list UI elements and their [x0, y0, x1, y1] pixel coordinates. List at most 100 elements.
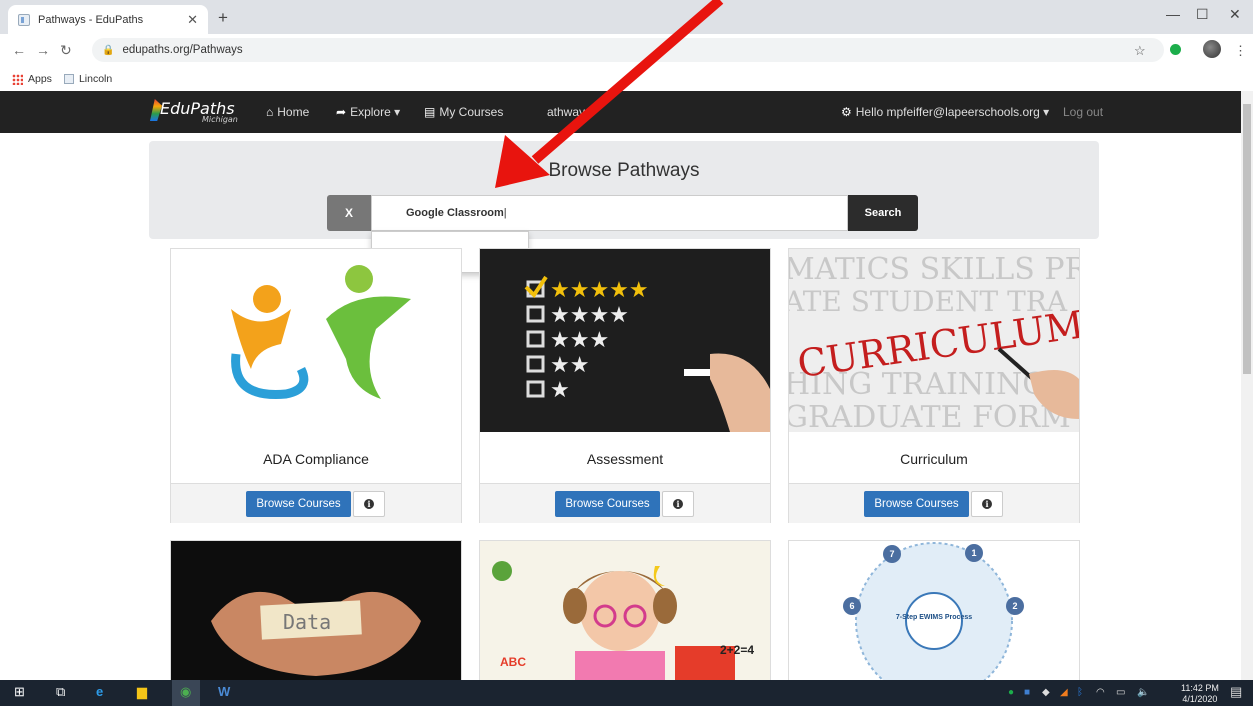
ada-image [171, 249, 461, 432]
nav-explore[interactable]: ➦ Explore ▾ [336, 105, 400, 119]
assessment-image: ★★★★★ ★★★★ ★★★ ★★ ★ [480, 249, 770, 432]
card-title: Assessment [586, 451, 664, 467]
browser-tabstrip: Pathways - EduPaths ✕ + — ☐ ✕ [0, 0, 1253, 34]
address-bar[interactable]: 🔒 edupaths.org/Pathways [92, 38, 1164, 62]
clear-search-button[interactable]: X [327, 195, 371, 231]
caret-down-icon: ▾ [1043, 105, 1050, 119]
maximize-icon[interactable]: ☐ [1196, 6, 1209, 23]
nav-home[interactable]: ⌂ Home [266, 105, 309, 119]
clock-date: 4/1/2020 [1182, 694, 1218, 704]
browser-tab[interactable]: Pathways - EduPaths ✕ [8, 5, 208, 34]
nav-pathways[interactable]: athways [547, 105, 591, 119]
browse-courses-button[interactable]: Browse Courses [555, 491, 660, 517]
nav-my-courses[interactable]: ▤ My Courses [424, 105, 503, 119]
new-tab-icon[interactable]: + [218, 8, 228, 28]
windows-taskbar: ⊞ ⧉ e ▆ ◉ W ● ■ ◆ ◢ ᛒ ◠ ▭ 🔈 11:42 PM 4/1… [0, 680, 1253, 706]
tab-title: Pathways - EduPaths [38, 13, 144, 26]
minimize-icon[interactable]: — [1166, 6, 1180, 22]
tray-app-icon[interactable]: ■ [1024, 687, 1030, 698]
early-learning-image: ABC 2+2=4 [480, 541, 770, 681]
svg-text:GRADUATE FORM: GRADUATE FORM [789, 400, 1071, 432]
back-icon[interactable]: ← [12, 42, 26, 58]
info-icon: i [364, 499, 374, 509]
data-image: Data [171, 541, 461, 681]
browser-toolbar: ← → ↻ 🔒 edupaths.org/Pathways ☆ [0, 34, 1253, 67]
page-title: Browse Pathways [548, 160, 700, 181]
site-navbar: EduPaths Michigan ⌂ Home ➦ Explore ▾ ▤ My C… [0, 91, 1241, 133]
book-icon: ▤ [424, 105, 436, 119]
caret-down-icon: ▾ [394, 105, 401, 119]
logo-subtext: Michigan [202, 115, 238, 124]
task-view-icon[interactable]: ⧉ [56, 684, 65, 700]
close-tab-icon[interactable]: ✕ [187, 12, 198, 28]
pathway-card-early-learning: ABC 2+2=4 [479, 540, 771, 681]
nav-explore-label: Explore [350, 105, 391, 119]
menu-kebab-icon[interactable]: ⋮ [1234, 43, 1247, 59]
svg-text:★★★★★: ★★★★★ [550, 278, 649, 303]
svg-text:★★★★: ★★★★ [550, 303, 629, 328]
windows-start-icon[interactable]: ⊞ [14, 684, 25, 700]
info-button[interactable]: i [971, 491, 1003, 517]
scrollbar-thumb[interactable] [1243, 104, 1251, 374]
nav-pathways-label: athways [547, 105, 592, 119]
card-footer: Browse Courses i [171, 483, 461, 523]
nav-home-label: Home [277, 105, 310, 119]
apps-grid-icon [12, 73, 23, 85]
clock-time: 11:42 PM [1181, 683, 1219, 693]
pathway-card-data: Data [170, 540, 462, 681]
card-footer: Browse Courses i [480, 483, 770, 523]
svg-text:7: 7 [889, 549, 894, 559]
pathway-card-curriculum: MATICS SKILLS PRO ATE STUDENT TRA HING T… [788, 248, 1080, 523]
bookmarks-bar: Apps Lincoln [0, 67, 1253, 91]
bookmark-label: Lincoln [78, 73, 113, 85]
bookmark-label: Apps [28, 73, 52, 85]
extension-icon[interactable] [1170, 44, 1181, 55]
ewims-center-label: 7-Step EWIMS Process [896, 614, 972, 621]
info-button[interactable]: i [353, 491, 385, 517]
browse-courses-button[interactable]: Browse Courses [246, 491, 351, 517]
home-icon: ⌂ [266, 105, 274, 119]
share-arrow-icon: ➦ [336, 105, 347, 119]
search-input[interactable]: Google Classroom | [371, 195, 848, 231]
bluetooth-icon[interactable]: ᛒ [1077, 687, 1083, 698]
file-explorer-icon[interactable]: ▆ [137, 684, 147, 700]
svg-text:★★: ★★ [550, 353, 589, 378]
system-clock[interactable]: 11:42 PM 4/1/2020 [1181, 683, 1219, 705]
logout-link[interactable]: Log out [1063, 105, 1103, 119]
reload-icon[interactable]: ↻ [60, 42, 72, 59]
wifi-icon[interactable]: ◠ [1096, 687, 1105, 698]
notifications-icon[interactable]: ▤ [1230, 684, 1242, 700]
edupaths-logo[interactable]: EduPaths Michigan [150, 99, 238, 124]
search-button[interactable]: Search [848, 195, 918, 231]
info-button[interactable]: i [662, 491, 694, 517]
word-icon[interactable]: W [218, 684, 230, 699]
abc-text: ABC [500, 655, 526, 669]
info-icon: i [673, 499, 683, 509]
profile-avatar[interactable] [1203, 40, 1221, 58]
pathway-card-ada: ADA Compliance Browse Courses i [170, 248, 462, 523]
battery-icon[interactable]: ▭ [1116, 687, 1125, 698]
bookmark-lincoln[interactable]: Lincoln [63, 73, 113, 85]
forward-icon[interactable]: → [36, 42, 50, 58]
card-title: ADA Compliance [263, 451, 369, 467]
browse-courses-button[interactable]: Browse Courses [864, 491, 969, 517]
search-input-value: Google Classroom [406, 207, 504, 219]
tray-green-icon[interactable]: ● [1008, 687, 1014, 698]
bookmark-apps[interactable]: Apps [12, 73, 52, 85]
edge-browser-icon[interactable]: e [96, 684, 103, 699]
card-title: Curriculum [900, 451, 968, 467]
ewims-image: 7-Step EWIMS Process 7 1 2 6 [789, 541, 1079, 681]
chrome-icon: ◉ [180, 684, 192, 699]
tray-network-icon[interactable]: ◆ [1042, 687, 1050, 698]
user-menu[interactable]: ⚙ Hello mpfeiffer@lapeerschools.org ▾ [841, 105, 1049, 119]
volume-muted-icon[interactable]: 🔈 [1137, 687, 1149, 698]
bookmark-star-icon[interactable]: ☆ [1134, 43, 1146, 59]
info-icon: i [982, 499, 992, 509]
svg-text:★★★: ★★★ [550, 328, 609, 353]
gear-icon: ⚙ [841, 105, 852, 119]
close-window-icon[interactable]: ✕ [1229, 6, 1241, 23]
data-word: Data [283, 610, 331, 634]
bookmark-favicon-icon [63, 74, 74, 84]
user-greeting: Hello mpfeiffer@lapeerschools.org [855, 105, 1040, 119]
tray-app2-icon[interactable]: ◢ [1060, 687, 1068, 698]
